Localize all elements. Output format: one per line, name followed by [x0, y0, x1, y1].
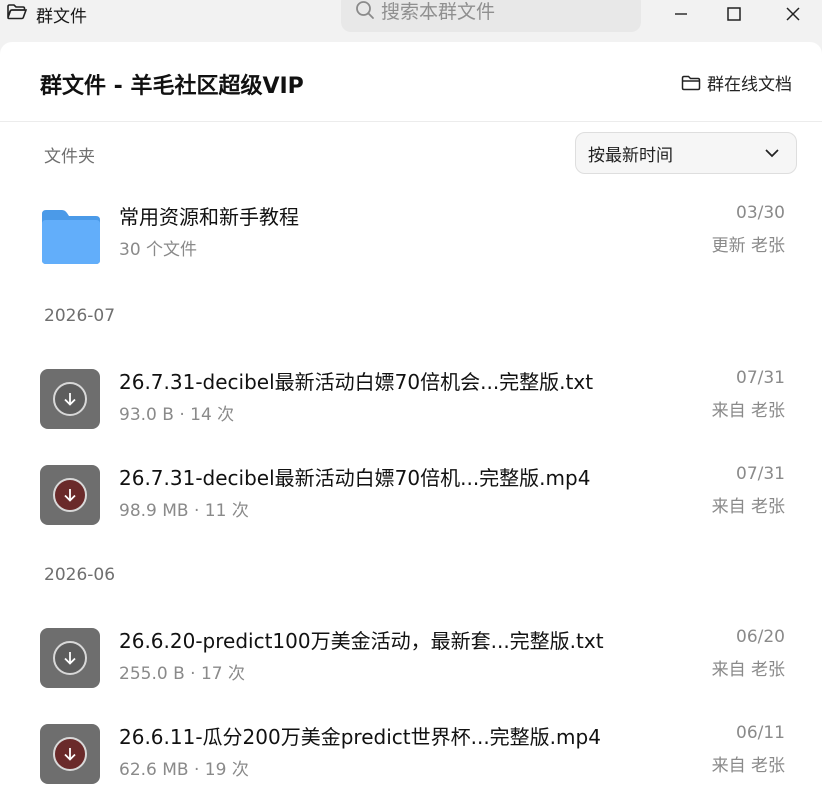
search-input[interactable]: [381, 1, 631, 23]
txt-file-icon: [40, 369, 102, 431]
app-title: 群文件: [36, 6, 87, 27]
file-meta: 255.0 B · 17 次: [119, 664, 245, 684]
file-name: 26.7.31-decibel最新活动白嫖70倍机...完整版.mp4: [119, 466, 591, 490]
txt-file-icon: [40, 628, 102, 690]
search-icon: [355, 0, 375, 24]
minimize-button[interactable]: [656, 0, 706, 28]
download-icon: [64, 393, 76, 406]
download-icon: [64, 748, 76, 761]
online-docs-button[interactable]: 群在线文档: [681, 70, 792, 95]
file-uploader: 来自 老张: [711, 756, 785, 776]
file-row[interactable]: 26.6.20-predict100万美金活动，最新套...完整版.txt 25…: [0, 623, 822, 693]
folder-icon: [40, 204, 102, 266]
file-meta: 62.6 MB · 19 次: [119, 760, 249, 780]
close-button[interactable]: [768, 0, 818, 28]
group-files-panel: 群文件 - 羊毛社区超级VIP 群在线文档 文件夹 按最新时间 常用资源和新手教…: [0, 42, 822, 808]
online-docs-label: 群在线文档: [707, 75, 792, 95]
file-uploader: 来自 老张: [711, 401, 785, 421]
app-title-group: 群文件: [6, 2, 87, 27]
date-section-label: 2026-07: [44, 306, 116, 326]
file-row[interactable]: 26.7.31-decibel最新活动白嫖70倍机...完整版.mp4 98.9…: [0, 460, 822, 530]
file-meta: 98.9 MB · 11 次: [119, 501, 249, 521]
page-title: 群文件 - 羊毛社区超级VIP: [40, 74, 304, 99]
file-date: 06/20: [736, 627, 785, 647]
search-box[interactable]: [341, 0, 641, 32]
folder-name: 常用资源和新手教程: [119, 205, 299, 229]
file-name: 26.6.11-瓜分200万美金predict世界杯...完整版.mp4: [119, 725, 601, 749]
video-file-icon: [40, 465, 102, 527]
folder-icon: [681, 75, 701, 90]
file-meta: 93.0 B · 14 次: [119, 405, 235, 425]
file-date: 07/31: [736, 464, 785, 484]
file-row[interactable]: 26.7.31-decibel最新活动白嫖70倍机会...完整版.txt 93.…: [0, 364, 822, 434]
date-section-label: 2026-06: [44, 565, 116, 585]
file-date: 07/31: [736, 368, 785, 388]
file-uploader: 来自 老张: [711, 660, 785, 680]
sort-dropdown[interactable]: 按最新时间: [575, 132, 797, 174]
folder-date: 03/30: [736, 203, 785, 223]
file-name: 26.6.20-predict100万美金活动，最新套...完整版.txt: [119, 629, 604, 653]
panel-header: 群文件 - 羊毛社区超级VIP 群在线文档: [0, 42, 822, 122]
maximize-button[interactable]: [709, 0, 759, 28]
download-icon: [64, 652, 76, 665]
folder-updated-by: 更新 老张: [711, 236, 785, 256]
file-row[interactable]: 26.6.11-瓜分200万美金predict世界杯...完整版.mp4 62.…: [0, 719, 822, 789]
folder-count: 30 个文件: [119, 240, 198, 260]
close-icon: [786, 7, 800, 21]
title-bar: 群文件: [0, 0, 822, 40]
download-icon: [64, 489, 76, 502]
maximize-icon: [727, 7, 741, 21]
folder-row[interactable]: 常用资源和新手教程 30 个文件 03/30 更新 老张: [0, 199, 822, 269]
file-uploader: 来自 老张: [711, 497, 785, 517]
folder-open-icon: [6, 2, 28, 26]
file-date: 06/11: [736, 723, 785, 743]
chevron-down-icon: [765, 149, 779, 158]
minimize-icon: [675, 13, 687, 15]
file-name: 26.7.31-decibel最新活动白嫖70倍机会...完整版.txt: [119, 370, 594, 394]
sort-selected: 按最新时间: [588, 145, 673, 166]
video-file-icon: [40, 724, 102, 786]
folders-section-label: 文件夹: [44, 147, 95, 167]
